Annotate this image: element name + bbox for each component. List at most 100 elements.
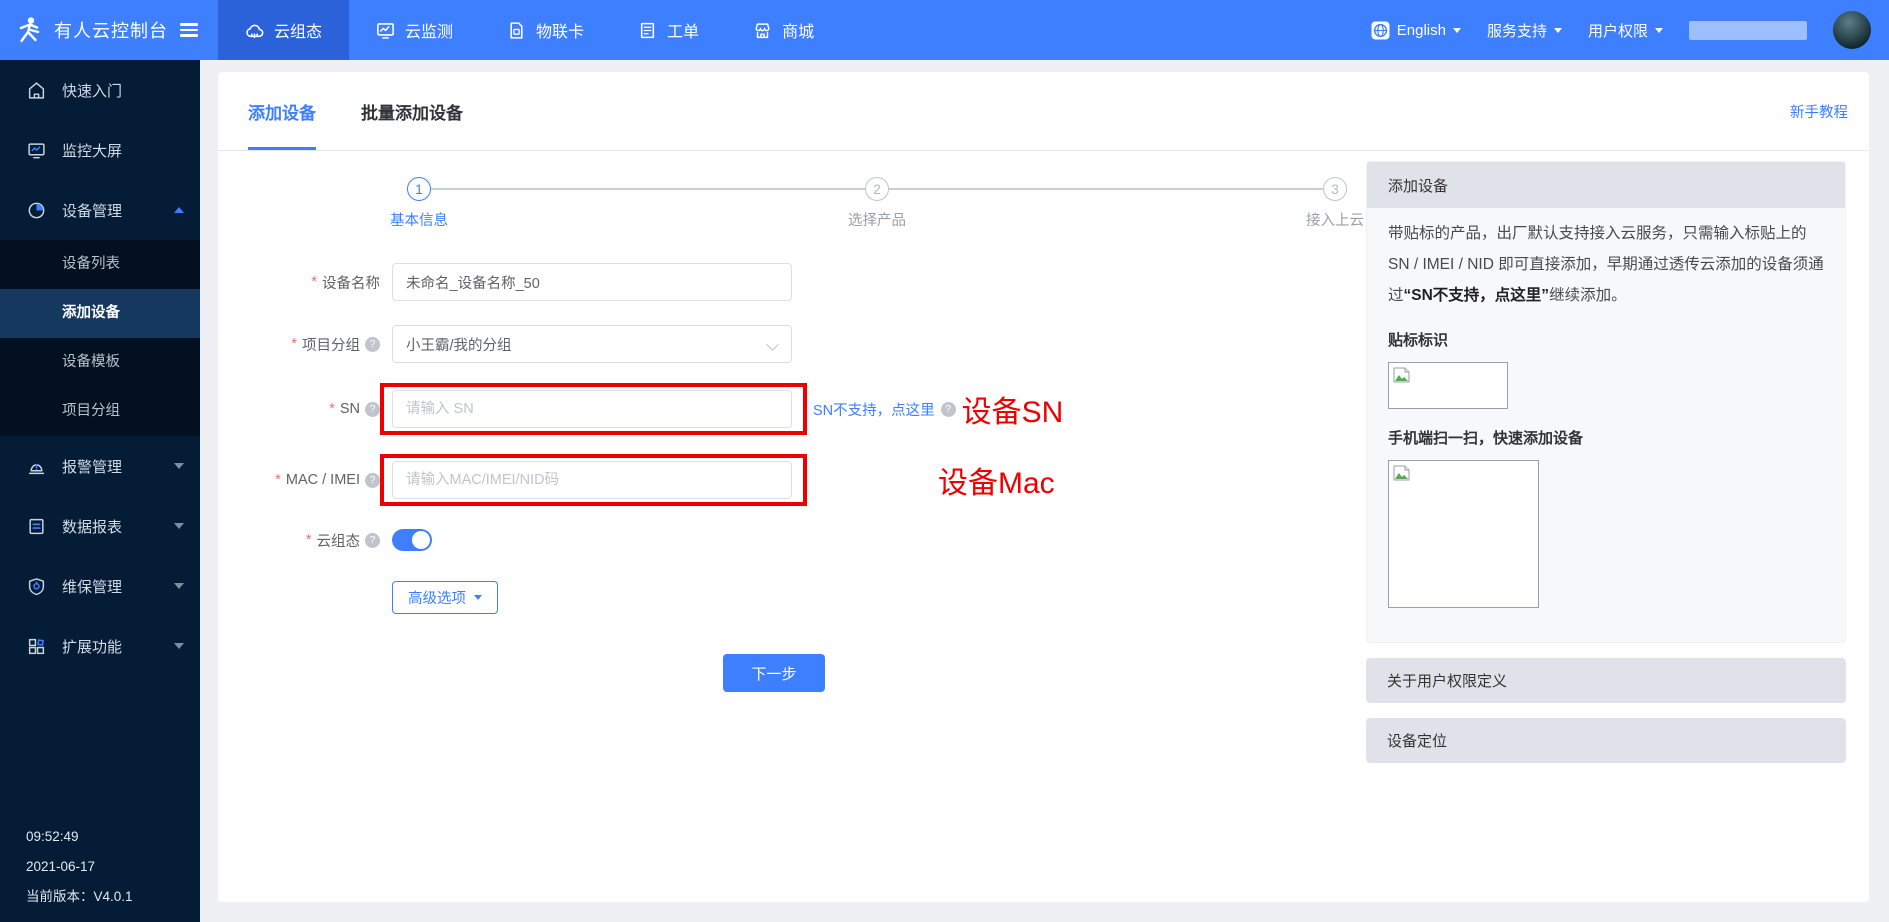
tutorial-link[interactable]: 新手教程	[1790, 101, 1848, 122]
sn-annotation-text: 设备SN	[962, 387, 1064, 431]
help-icon[interactable]: ?	[365, 533, 380, 548]
language-label: English	[1397, 22, 1446, 39]
project-group-label: * 项目分组 ?	[218, 334, 380, 355]
broken-image-icon	[1393, 367, 1411, 383]
nav-tab-label: 云组态	[274, 18, 322, 42]
sidebar-item-device-list[interactable]: 设备列表	[0, 240, 200, 289]
step-select-product: 2 选择产品	[865, 177, 889, 201]
sim-card-icon	[507, 21, 526, 40]
required-asterisk: *	[311, 274, 317, 290]
device-name-input[interactable]	[392, 263, 792, 301]
next-step-button[interactable]: 下一步	[723, 654, 825, 692]
project-group-select[interactable]: 小王霸/我的分组	[392, 325, 792, 363]
current-time: 09:52:49	[26, 822, 133, 852]
step-label: 选择产品	[848, 209, 906, 230]
card-body: 1 基本信息 2 选择产品 3 接入上云	[218, 151, 1869, 902]
sticker-heading: 贴标标识	[1388, 329, 1824, 350]
step-connector	[889, 188, 1323, 190]
chevron-down-icon	[174, 643, 184, 649]
sn-not-supported-link[interactable]: SN不支持，点这里	[813, 399, 935, 420]
device-management-submenu: 设备列表 添加设备 设备模板 项目分组	[0, 240, 200, 436]
chevron-down-icon	[1554, 28, 1562, 33]
report-icon	[26, 517, 46, 536]
nav-tab-cloud-scada[interactable]: 云组态	[218, 0, 349, 60]
permissions-label: 用户权限	[1588, 20, 1648, 41]
project-group-value: 小王霸/我的分组	[406, 334, 512, 355]
step-connector	[431, 188, 865, 190]
required-asterisk: *	[306, 532, 312, 548]
step-connect-cloud: 3 接入上云	[1323, 177, 1347, 201]
user-permissions-help-bar[interactable]: 关于用户权限定义	[1366, 658, 1846, 703]
topbar: 有人云控制台 云组态 云监测	[0, 0, 1889, 60]
add-device-help-card: 添加设备 带贴标的产品，出厂默认支持接入云服务，只需输入标贴上的SN / IME…	[1366, 161, 1846, 643]
nav-tab-work-order[interactable]: 工单	[611, 0, 726, 60]
support-label: 服务支持	[1487, 20, 1547, 41]
tabbar: 添加设备 批量添加设备 新手教程	[218, 72, 1869, 151]
brand-title: 有人云控制台	[54, 17, 168, 43]
top-nav: 云组态 云监测 物联卡	[218, 0, 841, 60]
sidebar-item-add-device[interactable]: 添加设备	[0, 289, 200, 338]
nav-tab-iot-sim[interactable]: 物联卡	[480, 0, 611, 60]
device-location-help-bar[interactable]: 设备定位	[1366, 718, 1846, 763]
required-asterisk: *	[329, 401, 335, 417]
sidebar-item-label: 报警管理	[62, 456, 174, 477]
alarm-icon	[26, 457, 46, 476]
sidebar-item-maintenance[interactable]: 维保管理	[0, 556, 200, 616]
sidebar-item-extensions[interactable]: 扩展功能	[0, 616, 200, 676]
main-content: 添加设备 批量添加设备 新手教程 1 基本信息 2	[200, 60, 1889, 922]
nav-tab-store[interactable]: 商城	[726, 0, 841, 60]
step-circle: 2	[865, 177, 889, 201]
help-icon[interactable]: ?	[365, 337, 380, 352]
avatar[interactable]	[1833, 11, 1871, 49]
help-card-header: 添加设备	[1367, 162, 1845, 208]
device-name-label: * 设备名称	[218, 272, 380, 293]
nav-tab-cloud-monitor[interactable]: 云监测	[349, 0, 480, 60]
tab-add-device[interactable]: 添加设备	[248, 72, 316, 150]
cloud-scada-toggle[interactable]	[392, 529, 432, 551]
brand-logo-icon	[14, 15, 44, 45]
help-card-body: 带贴标的产品，出厂默认支持接入云服务，只需输入标贴上的SN / IMEI / N…	[1367, 208, 1845, 642]
permissions-menu[interactable]: 用户权限	[1588, 20, 1663, 41]
language-menu[interactable]: English	[1371, 21, 1461, 40]
support-menu[interactable]: 服务支持	[1487, 20, 1562, 41]
sidebar-item-quick-start[interactable]: 快速入门	[0, 60, 200, 120]
globe-icon	[1371, 21, 1390, 40]
sidebar-item-alarm-management[interactable]: 报警管理	[0, 436, 200, 496]
required-asterisk: *	[291, 336, 297, 352]
work-order-icon	[638, 21, 657, 40]
maintenance-shield-icon	[26, 577, 46, 596]
menu-toggle-icon[interactable]	[180, 23, 198, 37]
nav-tab-label: 物联卡	[536, 18, 584, 42]
required-asterisk: *	[275, 472, 281, 488]
step-basic-info: 1 基本信息	[407, 177, 431, 201]
qr-image-placeholder	[1388, 460, 1539, 608]
sidebar-item-data-reports[interactable]: 数据报表	[0, 496, 200, 556]
help-icon[interactable]: ?	[365, 473, 380, 488]
form-row-project-group: * 项目分组 ? 小王霸/我的分组	[218, 325, 1366, 363]
sn-input[interactable]	[392, 390, 792, 428]
mac-imei-input[interactable]	[392, 461, 792, 499]
add-device-form-area: 1 基本信息 2 选择产品 3 接入上云	[218, 151, 1366, 902]
form-row-sn: * SN ? SN不支持，点这里 ? 设备SN	[218, 387, 1366, 431]
tab-batch-add-device[interactable]: 批量添加设备	[361, 72, 463, 150]
sidebar-item-project-group[interactable]: 项目分组	[0, 387, 200, 436]
sidebar-item-label: 设备管理	[62, 200, 174, 221]
advanced-options-button[interactable]: 高级选项	[392, 581, 498, 614]
chevron-down-icon	[1453, 28, 1461, 33]
username-redacted	[1689, 21, 1807, 40]
help-icon[interactable]: ?	[941, 402, 956, 417]
broken-image-icon	[1393, 465, 1411, 481]
add-device-form: * 设备名称 * 项目分组	[218, 263, 1366, 692]
sidebar-item-device-management[interactable]: 设备管理	[0, 180, 200, 240]
nav-tab-label: 商城	[782, 18, 814, 42]
help-icon[interactable]: ?	[365, 402, 380, 417]
form-row-device-name: * 设备名称	[218, 263, 1366, 301]
scan-heading: 手机端扫一扫，快速添加设备	[1388, 427, 1824, 448]
sidebar-item-big-screen[interactable]: 监控大屏	[0, 120, 200, 180]
big-screen-icon	[26, 141, 46, 160]
mac-imei-label: * MAC / IMEI ?	[218, 472, 380, 488]
nav-tab-label: 云监测	[405, 18, 453, 42]
monitor-chart-icon	[376, 21, 395, 40]
version-label: 当前版本：V4.0.1	[26, 882, 133, 912]
sidebar-item-device-template[interactable]: 设备模板	[0, 338, 200, 387]
